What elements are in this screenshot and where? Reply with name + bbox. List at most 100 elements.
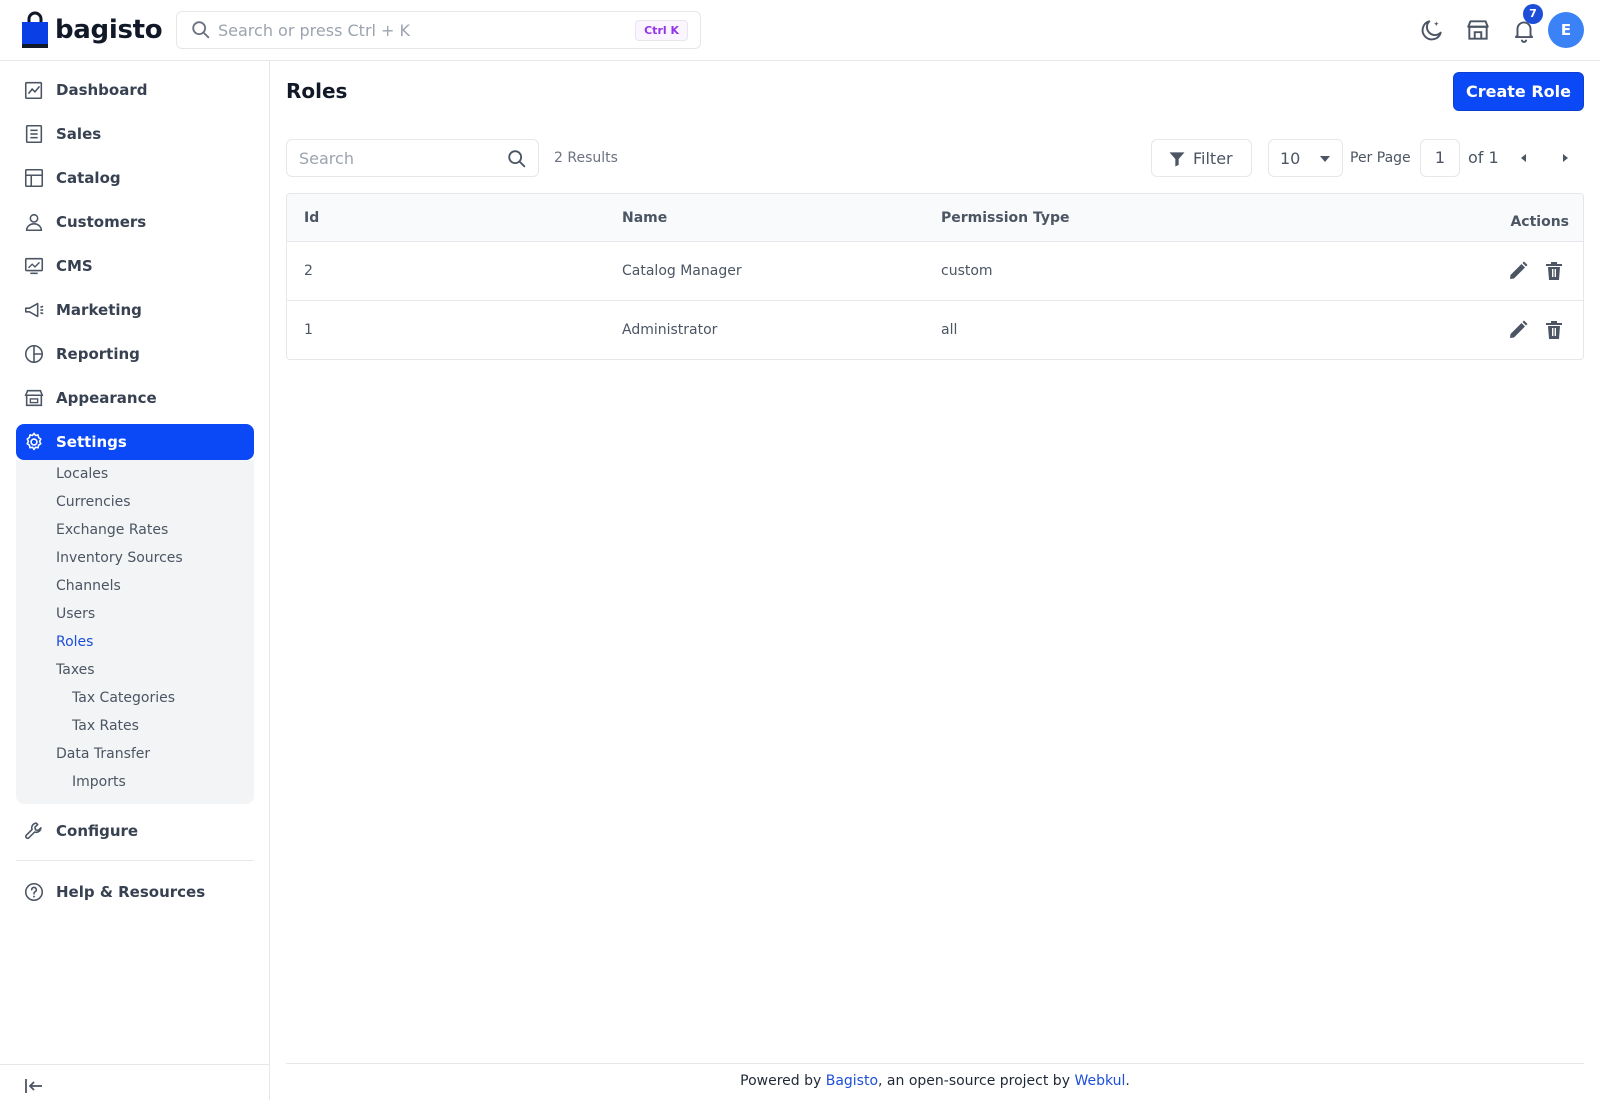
previous-page-icon[interactable]: [1516, 150, 1532, 166]
delete-trash-icon[interactable]: [1542, 259, 1566, 283]
receipt-icon: [25, 124, 43, 144]
filter-label: Filter: [1193, 149, 1233, 168]
gear-icon: [26, 432, 42, 451]
column-header-actions: Actions: [1510, 214, 1569, 230]
brand-logo[interactable]: bagisto: [21, 11, 163, 49]
dark-mode-icon[interactable]: [1419, 17, 1445, 43]
dashboard-icon: [24, 81, 43, 100]
storefront-icon[interactable]: [1465, 17, 1491, 43]
sidebar-item-dashboard[interactable]: Dashboard: [16, 72, 254, 108]
table-header: Id Name Permission Type Actions: [287, 194, 1583, 242]
webkul-link[interactable]: Webkul: [1074, 1073, 1125, 1089]
submenu-item-currencies[interactable]: Currencies: [56, 494, 131, 510]
sidebar-item-help[interactable]: Help & Resources: [16, 874, 254, 910]
delete-trash-icon[interactable]: [1542, 318, 1566, 342]
search-placeholder: Search or press Ctrl + K: [218, 21, 411, 40]
sidebar-item-reporting[interactable]: Reporting: [16, 336, 254, 372]
create-role-button[interactable]: Create Role: [1453, 72, 1584, 111]
sidebar-item-label: Reporting: [56, 345, 140, 363]
settings-submenu: Locales Currencies Exchange Rates Invent…: [16, 460, 254, 804]
submenu-item-imports[interactable]: Imports: [72, 774, 126, 790]
cell-permission-type: custom: [941, 263, 993, 279]
sidebar-item-marketing[interactable]: Marketing: [16, 292, 254, 328]
edit-pencil-icon[interactable]: [1506, 259, 1530, 283]
submenu-item-users[interactable]: Users: [56, 606, 95, 622]
sidebar-item-label: CMS: [56, 257, 93, 275]
catalog-icon: [24, 168, 44, 188]
footer: Powered by Bagisto, an open-source proje…: [286, 1073, 1584, 1089]
column-header-permission-type[interactable]: Permission Type: [941, 210, 1070, 226]
sidebar-item-settings[interactable]: Settings: [16, 424, 254, 460]
filter-icon: [1169, 152, 1185, 167]
cell-permission-type: all: [941, 322, 958, 338]
sidebar-item-catalog[interactable]: Catalog: [16, 160, 254, 196]
submenu-item-channels[interactable]: Channels: [56, 578, 121, 594]
caret-down-icon: [1320, 156, 1330, 162]
submenu-item-tax-rates[interactable]: Tax Rates: [72, 718, 139, 734]
sidebar-item-label: Customers: [56, 213, 147, 231]
page-number-input[interactable]: 1: [1420, 139, 1460, 177]
user-avatar[interactable]: E: [1548, 12, 1584, 48]
store-icon: [24, 389, 44, 407]
sidebar-item-appearance[interactable]: Appearance: [16, 380, 254, 416]
sidebar-item-label: Configure: [56, 822, 139, 840]
footer-prefix: Powered by: [740, 1073, 826, 1089]
search-placeholder: Search: [299, 149, 354, 168]
sidebar-item-label: Catalog: [56, 169, 121, 187]
wrench-icon: [25, 822, 42, 839]
sidebar-item-label: Dashboard: [56, 81, 148, 99]
table-row: 2 Catalog Manager custom: [287, 242, 1583, 301]
next-page-icon[interactable]: [1557, 150, 1573, 166]
megaphone-icon: [24, 302, 44, 318]
column-header-name[interactable]: Name: [622, 210, 667, 226]
bagisto-link[interactable]: Bagisto: [826, 1073, 878, 1089]
submenu-item-exchange-rates[interactable]: Exchange Rates: [56, 522, 168, 538]
sidebar-divider: [16, 860, 254, 861]
footer-suffix: .: [1125, 1073, 1130, 1089]
collapse-sidebar-icon[interactable]: [22, 1074, 46, 1098]
sidebar-item-sales[interactable]: Sales: [16, 116, 254, 152]
sidebar-item-cms[interactable]: CMS: [16, 248, 254, 284]
pie-chart-icon: [24, 344, 44, 364]
monitor-icon: [24, 257, 44, 275]
edit-pencil-icon[interactable]: [1506, 318, 1530, 342]
cell-name: Catalog Manager: [622, 263, 742, 279]
submenu-item-roles[interactable]: Roles: [56, 634, 93, 650]
cell-id: 2: [304, 263, 313, 279]
sidebar-item-label: Appearance: [56, 389, 157, 407]
sidebar-item-customers[interactable]: Customers: [16, 204, 254, 240]
search-icon[interactable]: [506, 148, 528, 170]
search-shortcut-hint: Ctrl K: [635, 20, 688, 41]
cell-id: 1: [304, 322, 313, 338]
submenu-item-taxes[interactable]: Taxes: [56, 662, 95, 678]
submenu-item-inventory-sources[interactable]: Inventory Sources: [56, 550, 183, 566]
user-icon: [25, 213, 43, 232]
top-header: bagisto Search or press Ctrl + K Ctrl K …: [0, 0, 1600, 61]
sidebar-item-label: Help & Resources: [56, 883, 206, 901]
submenu-item-tax-categories[interactable]: Tax Categories: [72, 690, 175, 706]
brand-name: bagisto: [55, 15, 163, 45]
page-total: of 1: [1468, 148, 1499, 167]
per-page-label: Per Page: [1350, 150, 1411, 166]
results-count: 2 Results: [554, 150, 618, 166]
footer-middle: , an open-source project by: [878, 1073, 1075, 1089]
footer-divider: [286, 1063, 1584, 1064]
sidebar-bottom-divider: [0, 1064, 270, 1065]
sidebar-item-label: Sales: [56, 125, 102, 143]
notification-count-badge: 7: [1523, 4, 1543, 24]
roles-table: Id Name Permission Type Actions 2 Catalo…: [286, 193, 1584, 360]
sidebar-item-label: Marketing: [56, 301, 142, 319]
datagrid-search-input[interactable]: Search: [286, 139, 539, 177]
per-page-select[interactable]: 10: [1268, 139, 1343, 177]
sidebar-item-label: Settings: [56, 433, 127, 451]
submenu-item-locales[interactable]: Locales: [56, 466, 108, 482]
per-page-value: 10: [1280, 149, 1301, 168]
sidebar-item-configure[interactable]: Configure: [16, 813, 254, 849]
global-search-input[interactable]: Search or press Ctrl + K Ctrl K: [176, 11, 701, 49]
submenu-item-data-transfer[interactable]: Data Transfer: [56, 746, 150, 762]
cell-name: Administrator: [622, 322, 718, 338]
filter-button[interactable]: Filter: [1151, 139, 1252, 177]
column-header-id[interactable]: Id: [304, 210, 319, 226]
search-icon: [192, 21, 210, 39]
shopping-bag-icon: [22, 11, 48, 48]
